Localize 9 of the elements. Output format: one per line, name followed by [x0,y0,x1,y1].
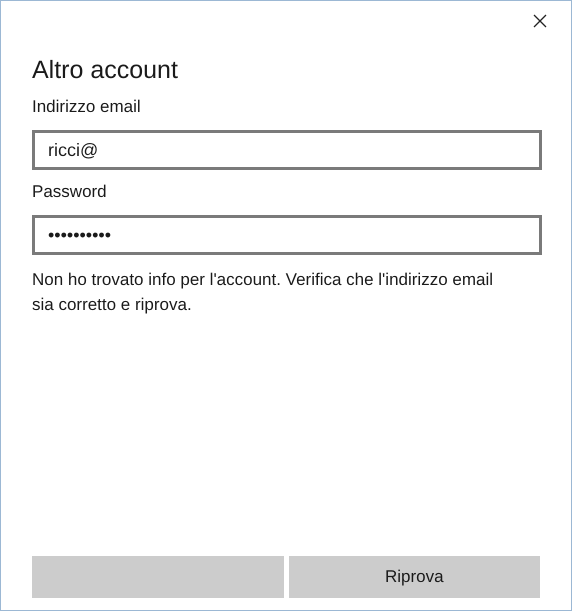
close-icon [533,14,547,28]
field-label: Indirizzo email [32,96,142,118]
input-field[interactable]: ricci@ [32,130,542,170]
dialog-title: Altro account [32,55,179,85]
close-button[interactable] [533,13,549,29]
field-label: Password [32,181,108,203]
retry-button[interactable]: Riprova [288,556,540,598]
input-field[interactable]: •••••••••• [32,215,542,255]
error-message: Non ho trovato info per l'account. Verifica che l'indirizzo email sia corretto e riprova. [32,269,494,316]
